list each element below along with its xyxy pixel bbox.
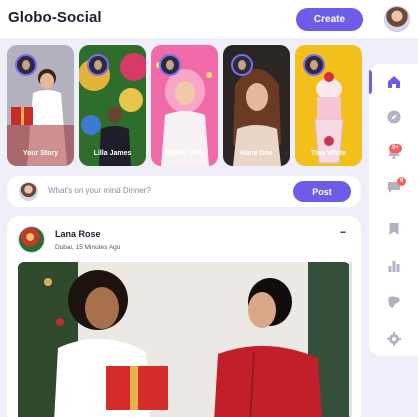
composer-avatar	[19, 182, 38, 201]
more-options-icon[interactable]: ...	[340, 225, 346, 236]
sidebar-item-home[interactable]	[369, 67, 418, 97]
composer-input[interactable]: What's on your mind Dinner?	[48, 186, 151, 195]
feed-scrollbar[interactable]	[349, 262, 352, 417]
story-card-daniel-bale[interactable]: Daniel Bale	[151, 45, 218, 166]
story-name: Daniel Bale	[165, 150, 204, 157]
compass-icon	[387, 110, 400, 124]
story-card-tina-white[interactable]: Tina White	[295, 45, 362, 166]
sidebar-item-messages[interactable]: 6	[369, 172, 418, 202]
top-navbar: Globo-Social Create	[0, 0, 418, 38]
story-card-lilla-james[interactable]: Lilla James	[79, 45, 146, 166]
theme-palette-icon	[387, 296, 400, 308]
story-avatar-ring	[303, 54, 325, 76]
story-avatar-ring	[87, 54, 109, 76]
sidebar-item-notifications[interactable]: 9+	[369, 137, 418, 167]
settings-gear-icon	[386, 332, 401, 346]
post-photo-illustration	[18, 262, 350, 417]
story-name: Your Story	[22, 150, 59, 157]
post-author-avatar[interactable]	[18, 226, 45, 253]
post-image[interactable]	[18, 262, 350, 417]
bookmark-icon	[389, 223, 398, 235]
sidebar-item-theme[interactable]	[369, 287, 418, 317]
story-name: Hane Doe	[240, 150, 273, 157]
create-button[interactable]: Create	[296, 8, 363, 31]
story-name: Lilla James	[93, 150, 132, 157]
sidebar-item-settings[interactable]	[369, 324, 418, 354]
notification-count-badge: 9+	[389, 144, 402, 153]
home-icon	[387, 76, 400, 88]
post-author-name[interactable]: Lana Rose	[55, 229, 101, 239]
app-logo[interactable]: Globo-Social	[8, 9, 102, 26]
stories-row: Your Story Lilla James Daniel Bale Hane …	[7, 45, 362, 166]
feed-post: Lana Rose Dubai, 15 Minutes Ago ...	[7, 216, 361, 417]
post-composer: What's on your mind Dinner? Post	[7, 176, 361, 207]
story-card-your-story[interactable]: Your Story	[7, 45, 74, 166]
story-avatar-ring	[231, 54, 253, 76]
sidebar-item-analytics[interactable]	[369, 251, 418, 281]
story-name: Tina White	[310, 150, 347, 157]
right-sidebar: 9+ 6	[369, 64, 418, 356]
story-avatar-ring	[159, 54, 181, 76]
profile-avatar[interactable]	[384, 6, 410, 32]
story-card-hane-doe[interactable]: Hane Doe	[223, 45, 290, 166]
analytics-icon	[388, 261, 399, 272]
sidebar-item-explore[interactable]	[369, 102, 418, 132]
message-count-badge: 6	[397, 177, 407, 186]
post-button[interactable]: Post	[293, 181, 351, 202]
sidebar-item-bookmarks[interactable]	[369, 214, 418, 244]
story-avatar-ring	[15, 54, 37, 76]
post-location-time: Dubai, 15 Minutes Ago	[55, 244, 121, 251]
